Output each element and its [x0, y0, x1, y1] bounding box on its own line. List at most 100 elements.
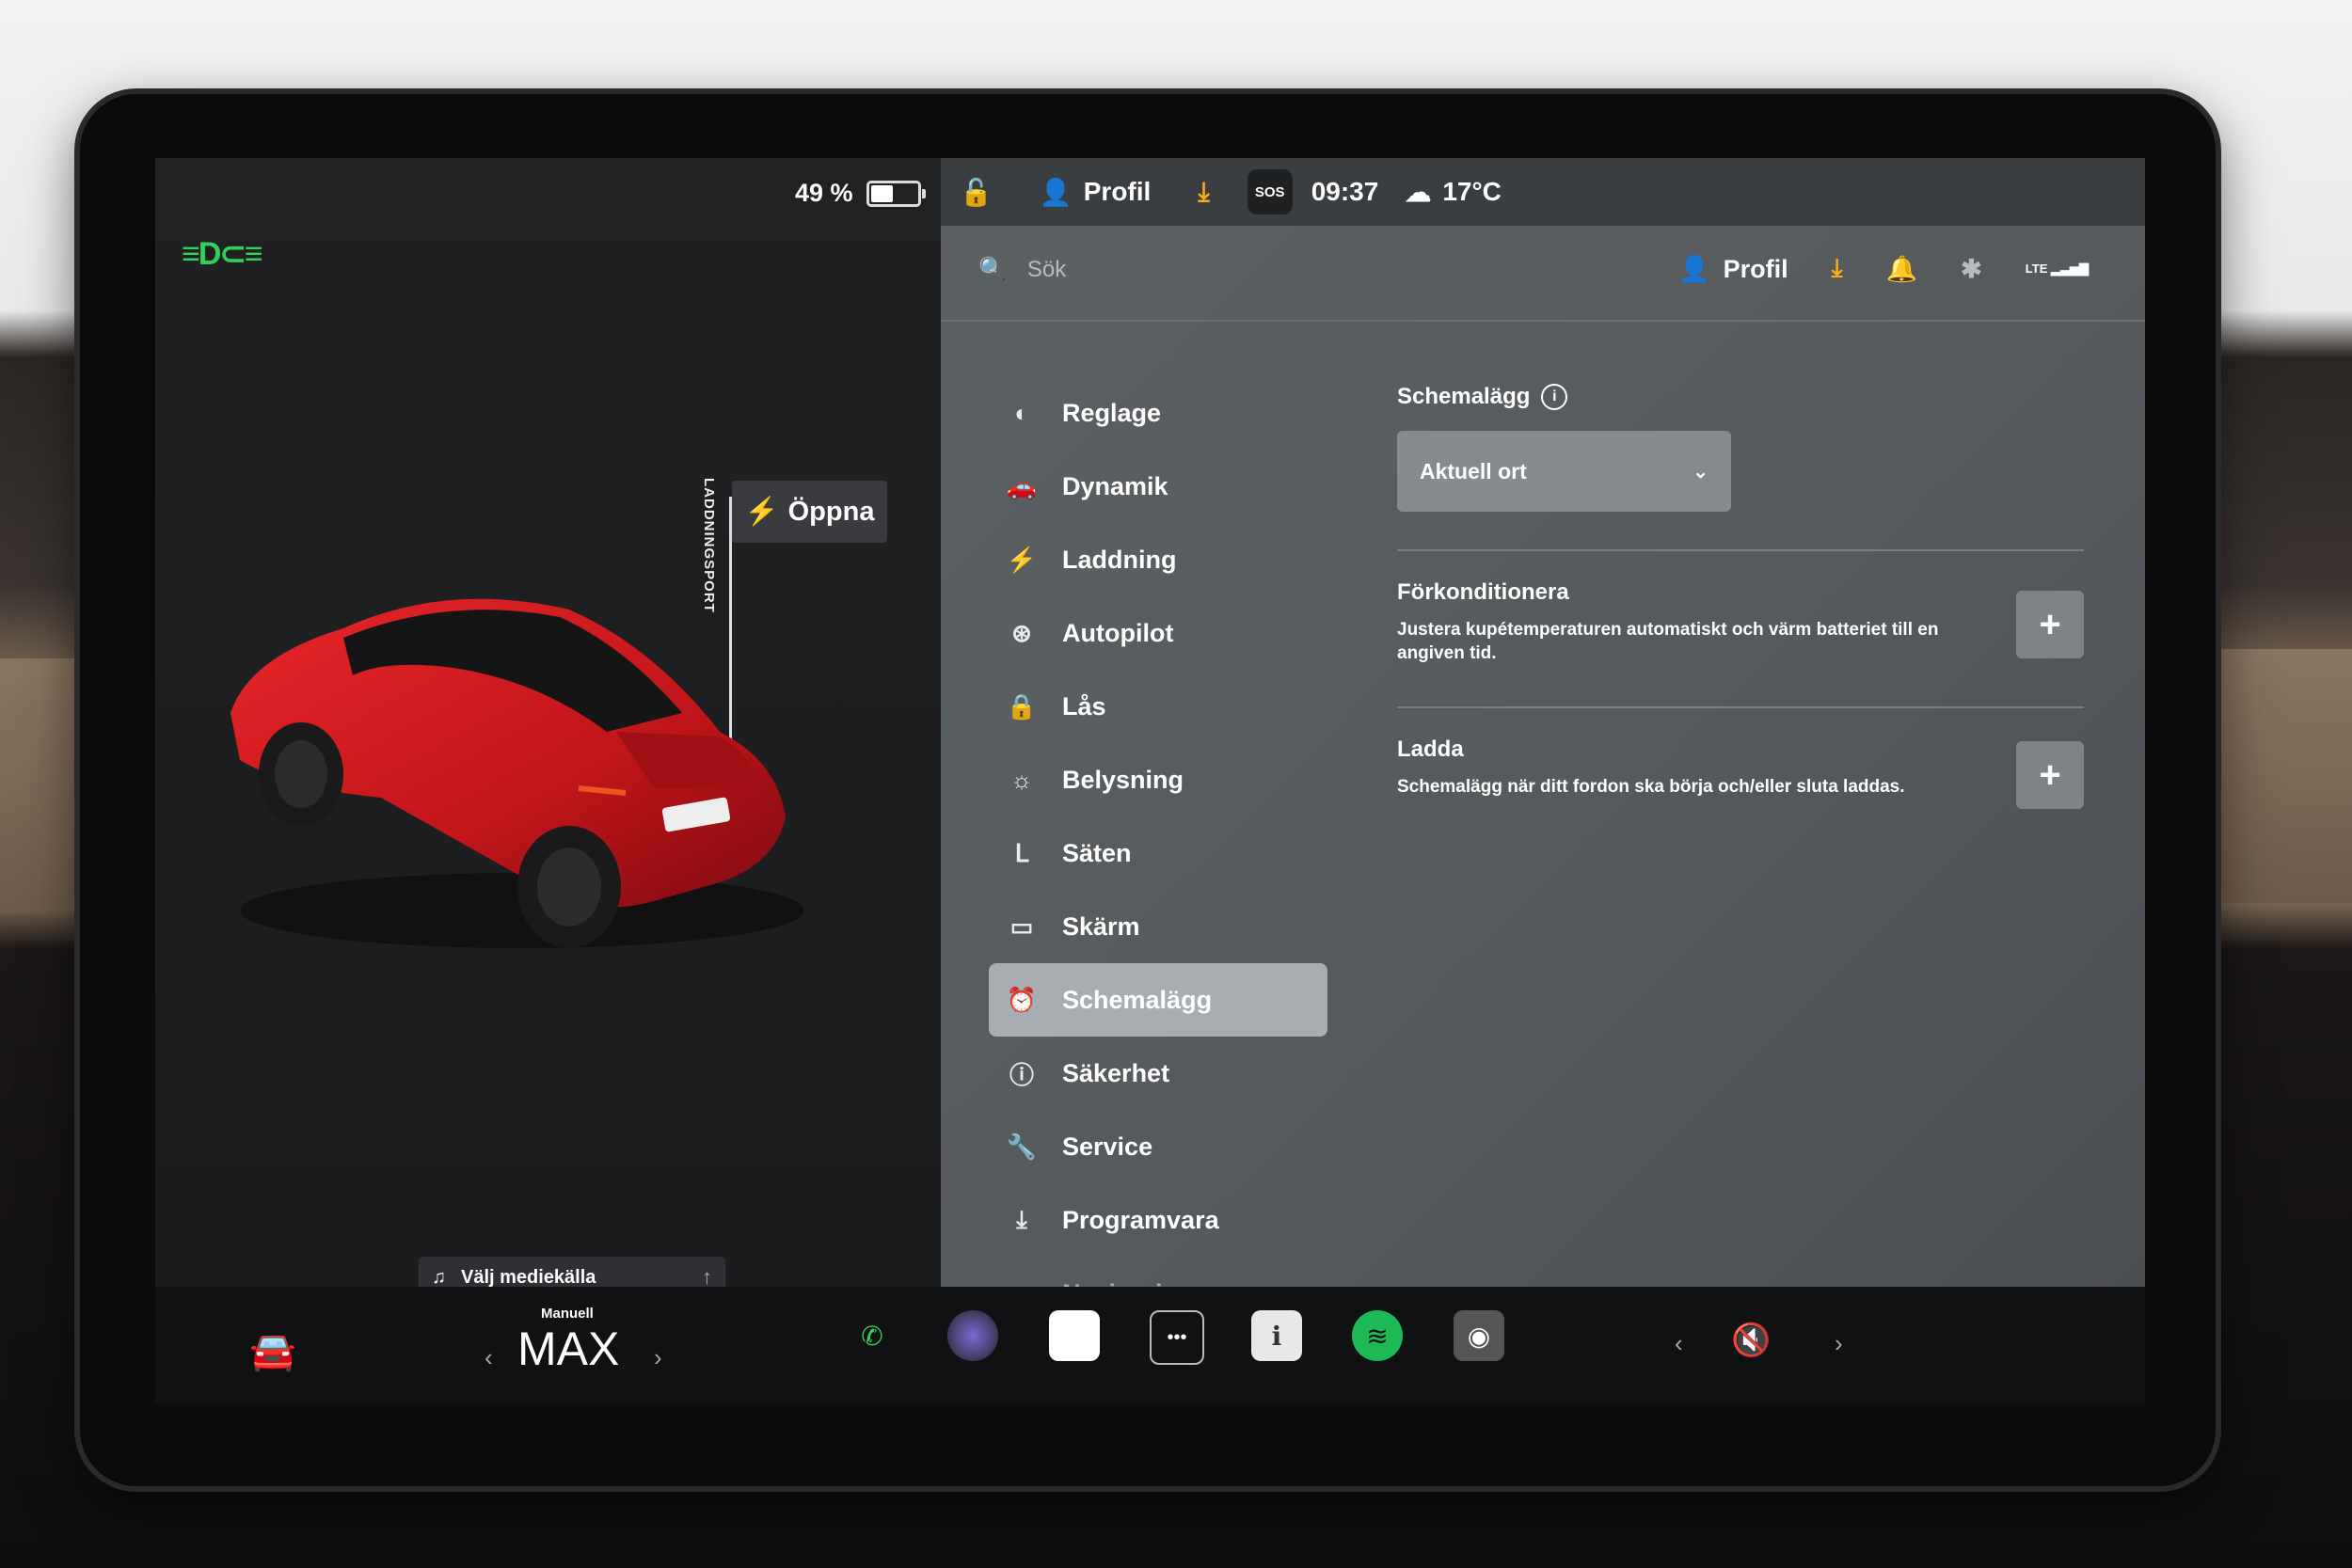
screen-icon: ▭ [1009, 911, 1034, 941]
bolt-icon: ⚡ [744, 497, 779, 527]
menu-item-label: Programvara [1062, 1205, 1219, 1234]
more-apps-icon[interactable]: ••• [1150, 1310, 1204, 1365]
fan-decrease-chevron-icon[interactable]: ‹ [485, 1343, 493, 1372]
status-bar: 🔓 👤 Profil ⤓ SOS 09:37 ☁ 17°C [941, 158, 2145, 226]
open-label: Öppna [787, 496, 875, 527]
cellular-signal-icon: LTE ▂▃▅▇ [2025, 261, 2089, 276]
profile-label-secondary: Profil [1723, 254, 1788, 283]
person-icon: 👤 [1677, 255, 1710, 283]
music-note-icon: ♫ [432, 1266, 446, 1288]
calendar-icon[interactable] [1049, 1310, 1100, 1361]
person-icon: 👤 [1039, 177, 1073, 207]
schedule-panel: Schemalägg i Aktuell ort ⌄ Förkonditione… [1397, 384, 2084, 845]
fan-mode-label: Manuell [541, 1306, 594, 1322]
menu-item-belysning[interactable]: ☼ Belysning [989, 743, 1327, 816]
profile-button-secondary[interactable]: 👤 Profil [1678, 254, 1788, 284]
car-view-pane: 49 % ≡D⊂≡ LADDNINGSPORT ⚡ Öppna ♫ Välj m… [155, 158, 941, 1298]
menu-item-dynamik[interactable]: 🚗 Dynamik [989, 450, 1327, 523]
download-icon[interactable]: ⤓ [1198, 177, 1209, 208]
battery-fill [870, 184, 894, 202]
schedule-header: Schemalägg i [1397, 384, 2084, 410]
menu-item-reglage[interactable]: ◐ Reglage [989, 376, 1327, 450]
headlights-icon: ≡D⊂≡ [182, 236, 263, 272]
menu-item-laddning[interactable]: ⚡ Laddning [989, 523, 1327, 596]
add-charge-button[interactable]: + [2016, 741, 2084, 809]
clock: 09:37 [1311, 177, 1379, 206]
menu-item-programvara[interactable]: ⤓ Programvara [989, 1183, 1327, 1257]
wrench-icon: 🔧 [1006, 1132, 1038, 1161]
fan-increase-chevron-icon[interactable]: › [654, 1343, 662, 1372]
menu-item-label: Säten [1062, 838, 1132, 867]
search-field[interactable]: 🔍 Sök [978, 256, 1066, 283]
menu-item-service[interactable]: 🔧 Service [989, 1110, 1327, 1183]
menu-item-label: Reglage [1062, 398, 1162, 427]
volume-down-chevron-icon[interactable]: ‹ [1675, 1329, 1683, 1358]
menu-item-autopilot[interactable]: ⊛ Autopilot [989, 596, 1327, 670]
precondition-section: Förkonditionera Justera kupétemperaturen… [1397, 551, 2084, 688]
manual-icon[interactable]: ℹ [1251, 1310, 1302, 1361]
alarm-clock-icon: ⏰ [1006, 985, 1038, 1014]
menu-item-label: Schemalägg [1062, 985, 1213, 1014]
media-source-label: Välj mediekälla [461, 1266, 596, 1288]
volume-up-chevron-icon[interactable]: › [1835, 1329, 1843, 1358]
charge-title: Ladda [1397, 736, 1464, 762]
car-icon[interactable]: 🚘 [249, 1329, 296, 1373]
menu-item-label: Säkerhet [1062, 1058, 1170, 1087]
menu-item-säten[interactable]: ᒪ Säten [989, 816, 1327, 890]
search-row: 🔍 Sök 👤 Profil ⤓ 🔔 ✱ LTE ▂▃▅▇ [941, 226, 2145, 322]
charge-description: Schemalägg när ditt fordon ska börja och… [1397, 777, 1905, 797]
chevron-down-icon: ⌄ [1692, 461, 1708, 483]
cloud-icon: ☁ [1405, 177, 1432, 207]
menu-item-skärm[interactable]: ▭ Skärm [989, 890, 1327, 963]
bolt-icon: ⚡ [1006, 545, 1038, 574]
precondition-title: Förkonditionera [1397, 579, 1569, 605]
menu-item-säkerhet[interactable]: ⓘ Säkerhet [989, 1037, 1327, 1110]
menu-item-label: Belysning [1062, 765, 1184, 794]
unlock-icon[interactable]: 🔓 [960, 177, 993, 208]
car-icon: 🚗 [1006, 471, 1038, 500]
spotify-icon[interactable]: ≋ [1352, 1310, 1403, 1361]
schedule-title: Schemalägg [1397, 384, 1531, 409]
camera-icon[interactable] [947, 1310, 998, 1361]
phone-icon[interactable]: ✆ [847, 1310, 898, 1361]
touchscreen: 49 % ≡D⊂≡ LADDNINGSPORT ⚡ Öppna ♫ Välj m… [155, 158, 2145, 1404]
network-type: LTE [2025, 261, 2048, 276]
battery-icon [866, 180, 926, 207]
menu-item-lås[interactable]: 🔒 Lås [989, 670, 1327, 743]
seat-icon: ᒪ [1014, 838, 1029, 867]
dashcam-icon[interactable]: ◉ [1454, 1310, 1504, 1361]
info-icon[interactable]: i [1541, 384, 1568, 410]
bell-icon[interactable]: 🔔 [1886, 254, 1918, 284]
fan-speed-value[interactable]: MAX [517, 1322, 619, 1376]
search-icon: 🔍 [978, 257, 1007, 282]
download-icon[interactable]: ⤓ [1832, 254, 1843, 284]
menu-item-label: Service [1062, 1132, 1153, 1161]
sos-button[interactable]: SOS [1247, 169, 1293, 214]
alert-icon: ⓘ [1009, 1060, 1034, 1089]
bluetooth-icon[interactable]: ✱ [1961, 255, 1982, 284]
menu-item-label: Dynamik [1062, 471, 1168, 500]
battery-percent: 49 % [795, 179, 853, 207]
battery-status: 49 % [795, 179, 926, 208]
menu-item-label: Skärm [1062, 911, 1140, 941]
toggle-icon: ◐ [1014, 398, 1029, 427]
light-icon: ☼ [1010, 765, 1033, 794]
charge-section: Ladda Schemalägg när ditt fordon ska bör… [1397, 708, 2084, 845]
profile-button[interactable]: 👤 Profil [1040, 177, 1151, 208]
open-charge-port-button[interactable]: ⚡ Öppna [732, 481, 887, 543]
location-value: Aktuell ort [1420, 458, 1527, 483]
mute-icon[interactable]: 🔇 [1731, 1322, 1771, 1359]
steering-wheel-icon: ⊛ [1011, 618, 1032, 647]
add-precondition-button[interactable]: + [2016, 591, 2084, 658]
menu-item-schemalägg[interactable]: ⏰ Schemalägg [989, 963, 1327, 1037]
menu-item-label: Lås [1062, 691, 1106, 721]
menu-item-label: Laddning [1062, 545, 1177, 574]
location-dropdown[interactable]: Aktuell ort ⌄ [1397, 431, 1731, 512]
precondition-description: Justera kupétemperaturen automatiskt och… [1397, 620, 1939, 663]
download-icon: ⤓ [1016, 1205, 1027, 1233]
settings-menu: ◐ Reglage 🚗 Dynamik ⚡ Laddning ⊛ Autopilot 🔒 Lås ☼… [989, 376, 1327, 1330]
menu-item-label: Autopilot [1062, 618, 1174, 647]
car-model-image[interactable] [212, 572, 833, 967]
lock-icon: 🔒 [1006, 691, 1038, 721]
weather: ☁ 17°C [1405, 177, 1502, 208]
